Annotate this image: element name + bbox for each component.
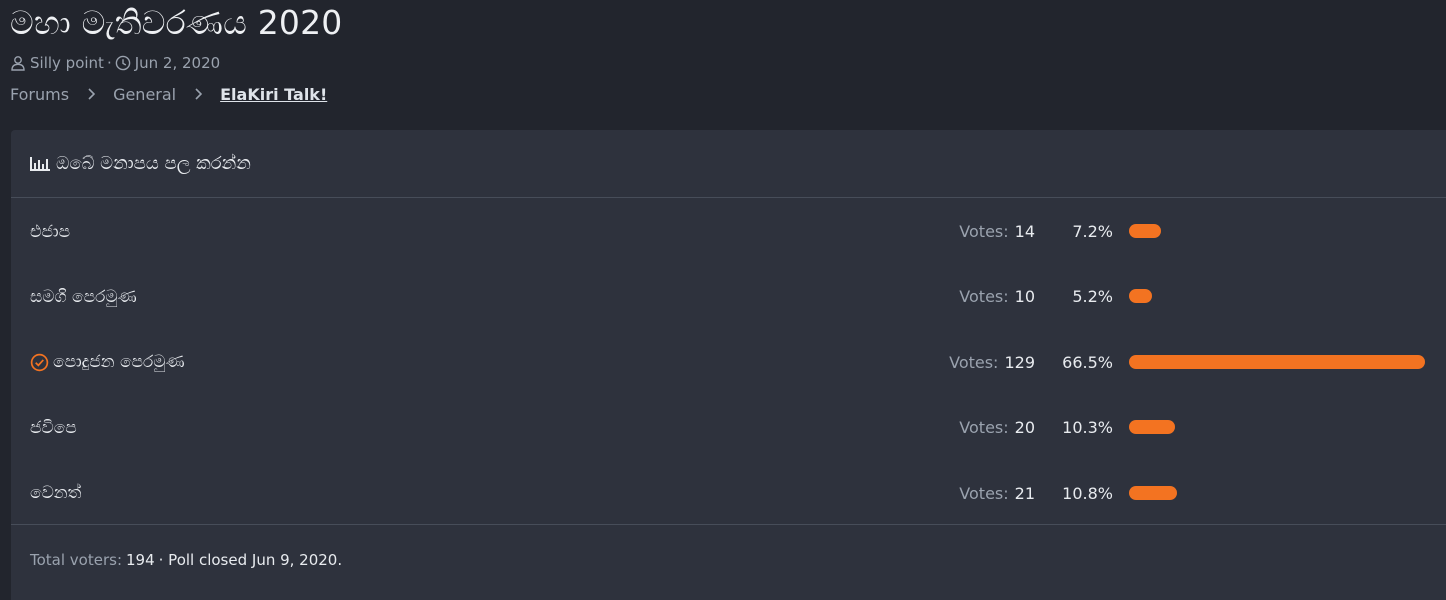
chevron-right-icon <box>194 88 203 100</box>
poll-question: ඔබේ මනාපය පල කරන්න <box>56 153 251 174</box>
vote-bar <box>1129 289 1426 304</box>
vote-bar-fill <box>1129 485 1178 500</box>
clock-icon <box>115 55 131 71</box>
votes-count: 14 <box>1014 222 1035 241</box>
thread-date-link[interactable]: Jun 2, 2020 <box>135 54 220 72</box>
poll-response-row: පොදුජන පෙරමුණ Votes: 129 66.5% <box>11 330 1446 395</box>
chevron-right-icon <box>87 88 96 100</box>
votes-count: 21 <box>1014 483 1035 503</box>
poll-response-label: පොදුජන පෙරමුණ <box>53 352 185 373</box>
poll-response-label: එජාප <box>30 221 71 242</box>
poll-response-row: සමගි පෙරමුණ Votes: 10 5.2% <box>11 264 1446 329</box>
vote-bar <box>1129 420 1426 435</box>
poll-response-row: ජවිපෙ Votes: 20 10.3% <box>11 395 1446 460</box>
bar-chart-icon <box>30 156 50 172</box>
breadcrumb-general[interactable]: General <box>113 85 176 104</box>
votes-count: 20 <box>1014 418 1035 438</box>
votes-label: Votes: <box>959 483 1009 503</box>
breadcrumb: Forums General ElaKiri Talk! <box>10 82 327 106</box>
vote-percent: 10.8% <box>1062 483 1113 503</box>
poll-response-row: වෙනත් Votes: 21 10.8% <box>11 461 1446 526</box>
vote-percent: 10.3% <box>1062 418 1113 438</box>
poll-header: ඔබේ මනාපය පල කරන්න <box>11 130 1446 198</box>
vote-percent: 66.5% <box>1062 352 1113 372</box>
vote-bar-fill <box>1129 420 1175 435</box>
poll-closed-text: · Poll closed Jun 9, 2020. <box>158 550 343 569</box>
vote-bar-fill <box>1129 224 1162 238</box>
vote-percent: 5.2% <box>1072 287 1113 307</box>
breadcrumb-forums[interactable]: Forums <box>10 85 69 104</box>
poll-response-label: වෙනත් <box>30 483 82 504</box>
vote-bar <box>1129 224 1426 238</box>
vote-bar-fill <box>1129 354 1426 369</box>
poll-response-label: සමගි පෙරමුණ <box>30 286 137 307</box>
thread-title: මහා මැතිවරණය 2020 <box>10 3 343 42</box>
votes-count: 10 <box>1014 287 1035 307</box>
poll-response-label: ජවිපෙ <box>30 417 77 438</box>
votes-label: Votes: <box>949 352 999 372</box>
vote-bar-fill <box>1129 289 1153 304</box>
votes-label: Votes: <box>959 418 1009 438</box>
thread-author-link[interactable]: Silly point <box>30 54 104 72</box>
total-voters-count: 194 <box>126 550 155 569</box>
voted-check-icon <box>30 353 49 372</box>
thread-meta: Silly point · Jun 2, 2020 <box>10 52 220 74</box>
vote-bar <box>1129 485 1426 500</box>
votes-label: Votes: <box>959 287 1009 307</box>
user-icon <box>10 55 26 71</box>
poll-footer: Total voters: 194 · Poll closed Jun 9, 2… <box>11 524 1446 594</box>
meta-separator: · <box>106 54 112 72</box>
vote-percent: 7.2% <box>1072 222 1113 241</box>
vote-bar <box>1129 354 1426 369</box>
poll-responses: එජාප Votes: 14 7.2% සමගි පෙරමුණ Votes: 1… <box>11 198 1446 526</box>
poll-block: ඔබේ මනාපය පල කරන්න එජාප Votes: 14 7.2% ස… <box>11 130 1446 600</box>
total-voters-label: Total voters: <box>30 550 122 569</box>
votes-count: 129 <box>1004 352 1035 372</box>
votes-label: Votes: <box>959 222 1009 241</box>
poll-response-row: එජාප Votes: 14 7.2% <box>11 199 1446 264</box>
breadcrumb-elakiri-talk[interactable]: ElaKiri Talk! <box>220 85 327 104</box>
